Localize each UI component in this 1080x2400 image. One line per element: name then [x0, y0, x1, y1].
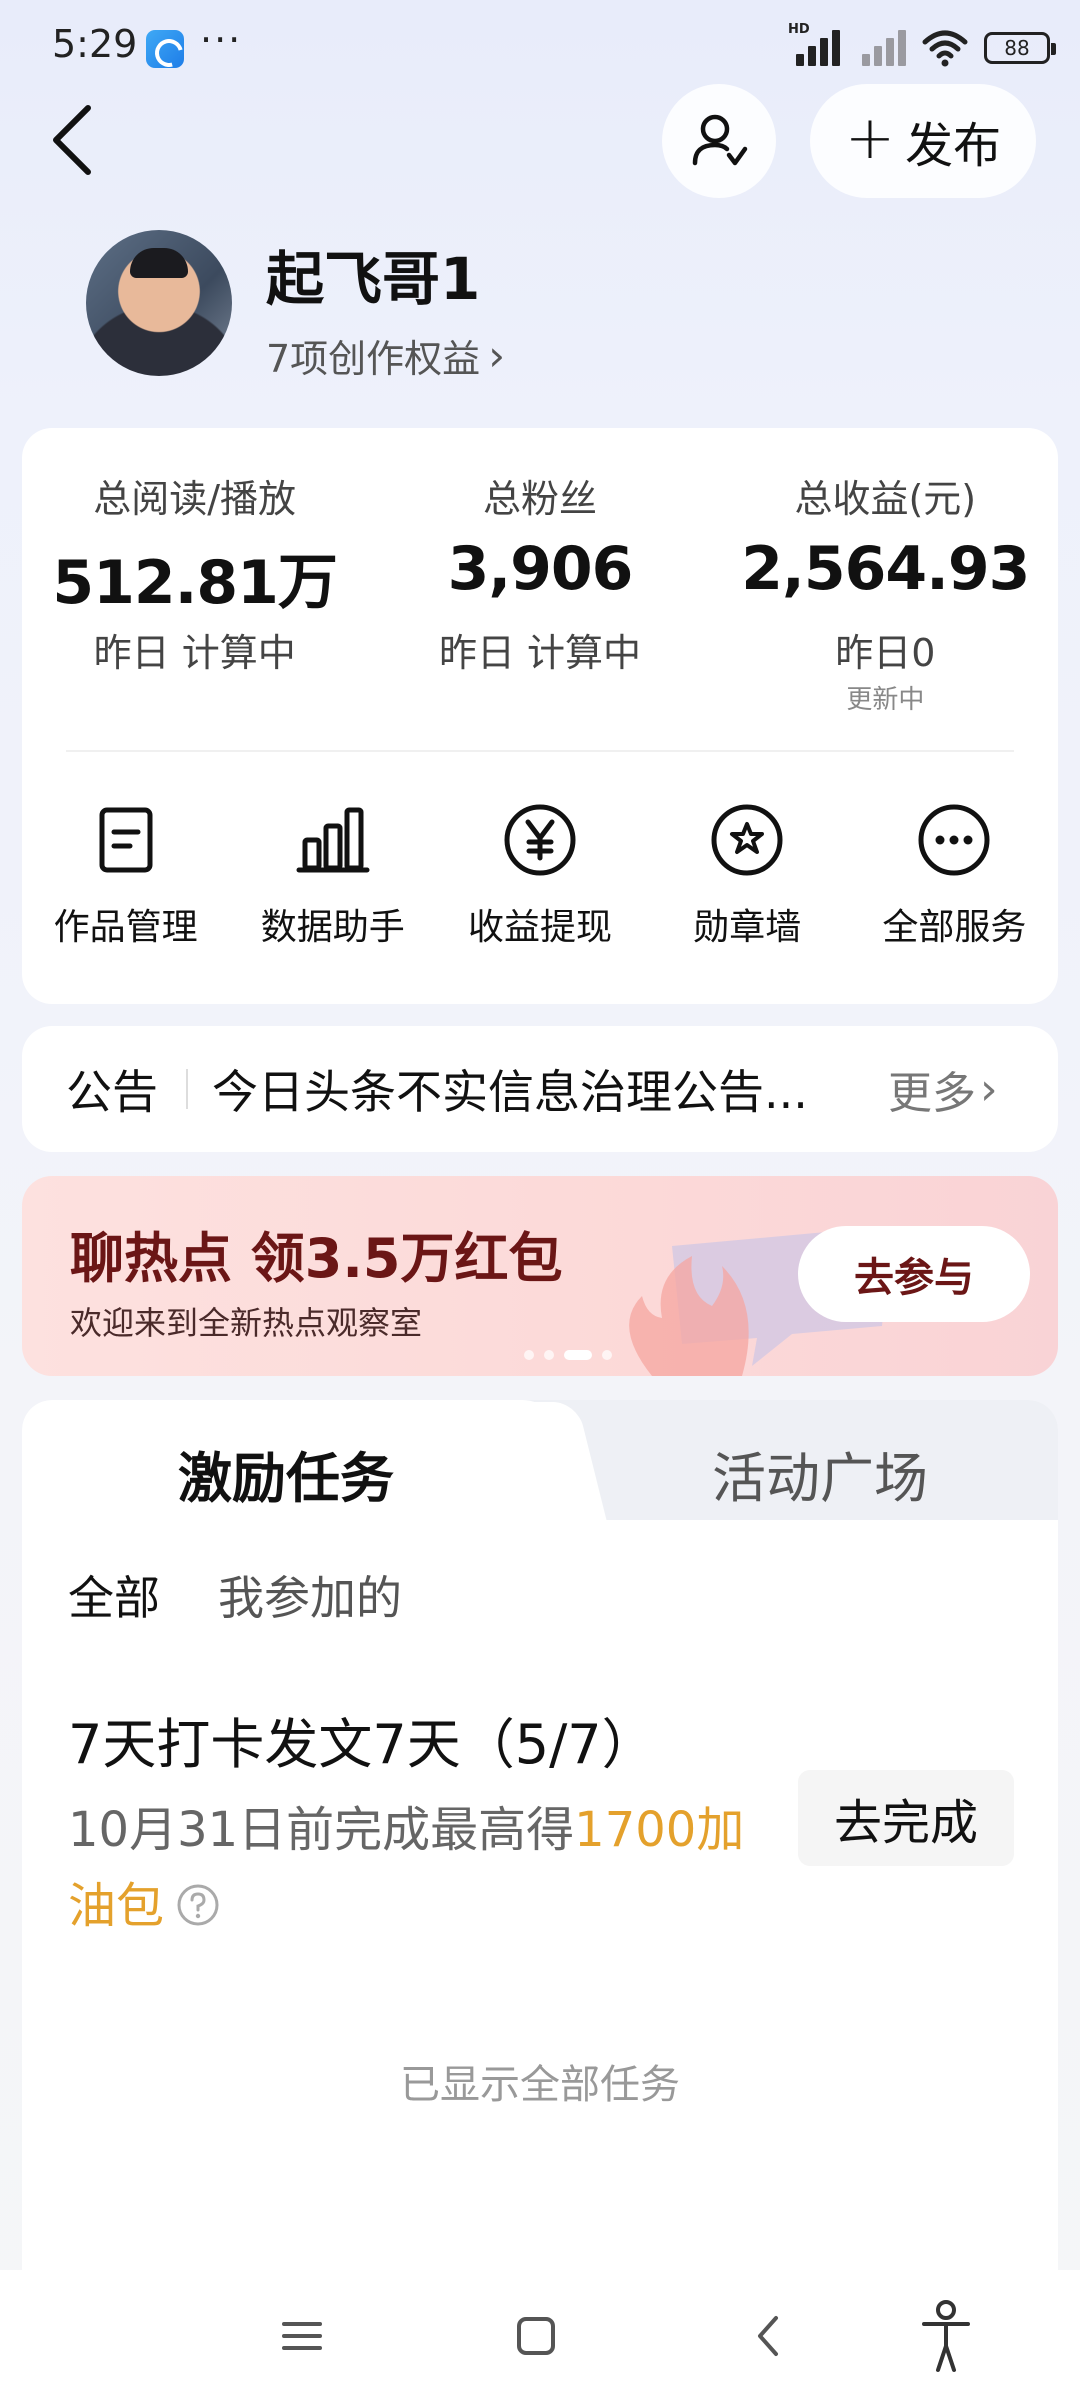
yen-icon	[504, 804, 576, 876]
task-description: 10月31日前完成最高得1700加油包	[68, 1792, 788, 1944]
user-check-icon	[692, 114, 748, 166]
all-tasks-shown-text: 已显示全部任务	[400, 2062, 680, 2108]
promo-banner[interactable]: 聊热点 领3.5万红包 欢迎来到全新热点观察室 去参与	[22, 1176, 1058, 1376]
follow-manage-button[interactable]	[662, 84, 776, 198]
page-dot	[602, 1350, 612, 1360]
banner-title: 聊热点 领3.5万红包	[70, 1227, 563, 1290]
service-label: 数据助手	[260, 907, 405, 948]
stat-sub: 昨日 计算中	[438, 631, 642, 675]
service-label: 勋章墙	[693, 907, 802, 948]
service-label: 作品管理	[53, 907, 198, 948]
publish-label: 发布	[905, 118, 1002, 174]
tab-activity-square[interactable]: 活动广场	[712, 1434, 928, 1513]
more-label: 更多	[888, 1068, 976, 1119]
bar-chart-icon	[296, 807, 370, 873]
stat-sub: 昨日 计算中	[93, 631, 296, 675]
username[interactable]: 起飞哥1	[266, 232, 480, 316]
service-label: 全部服务	[882, 907, 1027, 948]
signal-icon	[856, 28, 906, 68]
accessibility-icon[interactable]	[918, 2298, 974, 2374]
chevron-right-icon: ›	[980, 1063, 998, 1115]
home-icon[interactable]	[506, 2306, 566, 2366]
stat-sub: 昨日0	[835, 631, 936, 675]
stat-value: 512.81万	[52, 548, 338, 618]
task-desc-text: 10月31日前完成最高得	[68, 1802, 575, 1858]
stat-value: 3,906	[447, 534, 634, 604]
status-indicators: HD 88	[788, 22, 1056, 70]
page-dot-active	[564, 1350, 592, 1360]
tasks-panel: 激励任务 活动广场 全部 我参加的 7天打卡发文7天（5/7） 10月31日前完…	[22, 1400, 1058, 2270]
battery-icon: 88	[984, 32, 1056, 64]
stat-fans[interactable]: 总粉丝 3,906 昨日 计算中	[367, 468, 712, 716]
status-bar: 5:29 ··· HD 88	[0, 0, 1080, 96]
plus-icon: +	[844, 103, 896, 173]
menu-icon[interactable]	[272, 2306, 332, 2366]
hd-label: HD	[788, 22, 810, 37]
page-dot	[544, 1350, 554, 1360]
system-nav-bar	[0, 2270, 1080, 2400]
service-works-manage[interactable]: 作品管理	[22, 800, 229, 950]
page-dot	[524, 1350, 534, 1360]
filter-all[interactable]: 全部	[68, 1562, 160, 1628]
stat-updating: 更新中	[846, 685, 925, 715]
chevron-right-icon: ›	[488, 331, 505, 380]
stat-reads[interactable]: 总阅读/播放 512.81万 昨日 计算中	[22, 468, 367, 716]
task-filters: 全部 我参加的	[68, 1562, 402, 1628]
help-icon[interactable]	[176, 1883, 220, 1927]
creator-benefits-link[interactable]: 7项创作权益 ›	[266, 328, 505, 383]
benefits-label: 7项创作权益	[266, 337, 481, 381]
tab-incentive-tasks[interactable]: 激励任务	[178, 1434, 394, 1513]
filter-joined[interactable]: 我参加的	[218, 1562, 402, 1628]
status-time: 5:29	[52, 22, 138, 66]
banner-pagination	[524, 1350, 612, 1360]
announcement-more-link[interactable]: 更多 ›	[888, 1057, 998, 1121]
announcement-text[interactable]: 今日头条不实信息治理公告...	[212, 1056, 872, 1122]
stat-value: 2,564.93	[741, 534, 1030, 604]
services-row: 作品管理 数据助手 收益提现 勋章墙 全部服务	[22, 800, 1058, 950]
service-earnings-withdraw[interactable]: 收益提现	[436, 800, 643, 950]
divider	[66, 750, 1014, 752]
stat-label: 总阅读/播放	[93, 477, 297, 521]
back-button[interactable]	[40, 100, 110, 180]
wifi-icon	[922, 30, 968, 67]
complete-task-button[interactable]: 去完成	[798, 1770, 1014, 1866]
join-button[interactable]: 去参与	[798, 1226, 1030, 1322]
stats-row: 总阅读/播放 512.81万 昨日 计算中 总粉丝 3,906 昨日 计算中 总…	[22, 468, 1058, 716]
publish-button[interactable]: + 发布	[810, 84, 1036, 198]
app-notification-icon	[146, 30, 184, 68]
medal-star-icon	[711, 804, 783, 876]
more-notifications-icon: ···	[200, 18, 243, 62]
service-all[interactable]: 全部服务	[851, 800, 1058, 950]
service-data-assistant[interactable]: 数据助手	[229, 800, 436, 950]
stat-label: 总收益(元)	[794, 477, 977, 521]
more-dots-icon	[918, 804, 990, 876]
announcement-title: 公告	[66, 1065, 158, 1119]
task-title: 7天打卡发文7天（5/7）	[68, 1713, 656, 1776]
stat-earnings[interactable]: 总收益(元) 2,564.93 昨日0 更新中	[713, 468, 1058, 716]
divider	[186, 1069, 188, 1109]
banner-subtitle: 欢迎来到全新热点观察室	[70, 1304, 423, 1342]
stat-label: 总粉丝	[482, 477, 597, 521]
service-label: 收益提现	[468, 907, 613, 948]
service-medal-wall[interactable]: 勋章墙	[644, 800, 851, 950]
document-icon	[99, 807, 153, 873]
signal-hd-icon: HD	[788, 22, 840, 68]
stats-card: 总阅读/播放 512.81万 昨日 计算中 总粉丝 3,906 昨日 计算中 总…	[22, 428, 1058, 1004]
announcement-bar[interactable]: 公告 今日头条不实信息治理公告... 更多 ›	[22, 1026, 1058, 1152]
back-nav-icon[interactable]	[740, 2306, 800, 2366]
avatar[interactable]	[86, 230, 232, 376]
